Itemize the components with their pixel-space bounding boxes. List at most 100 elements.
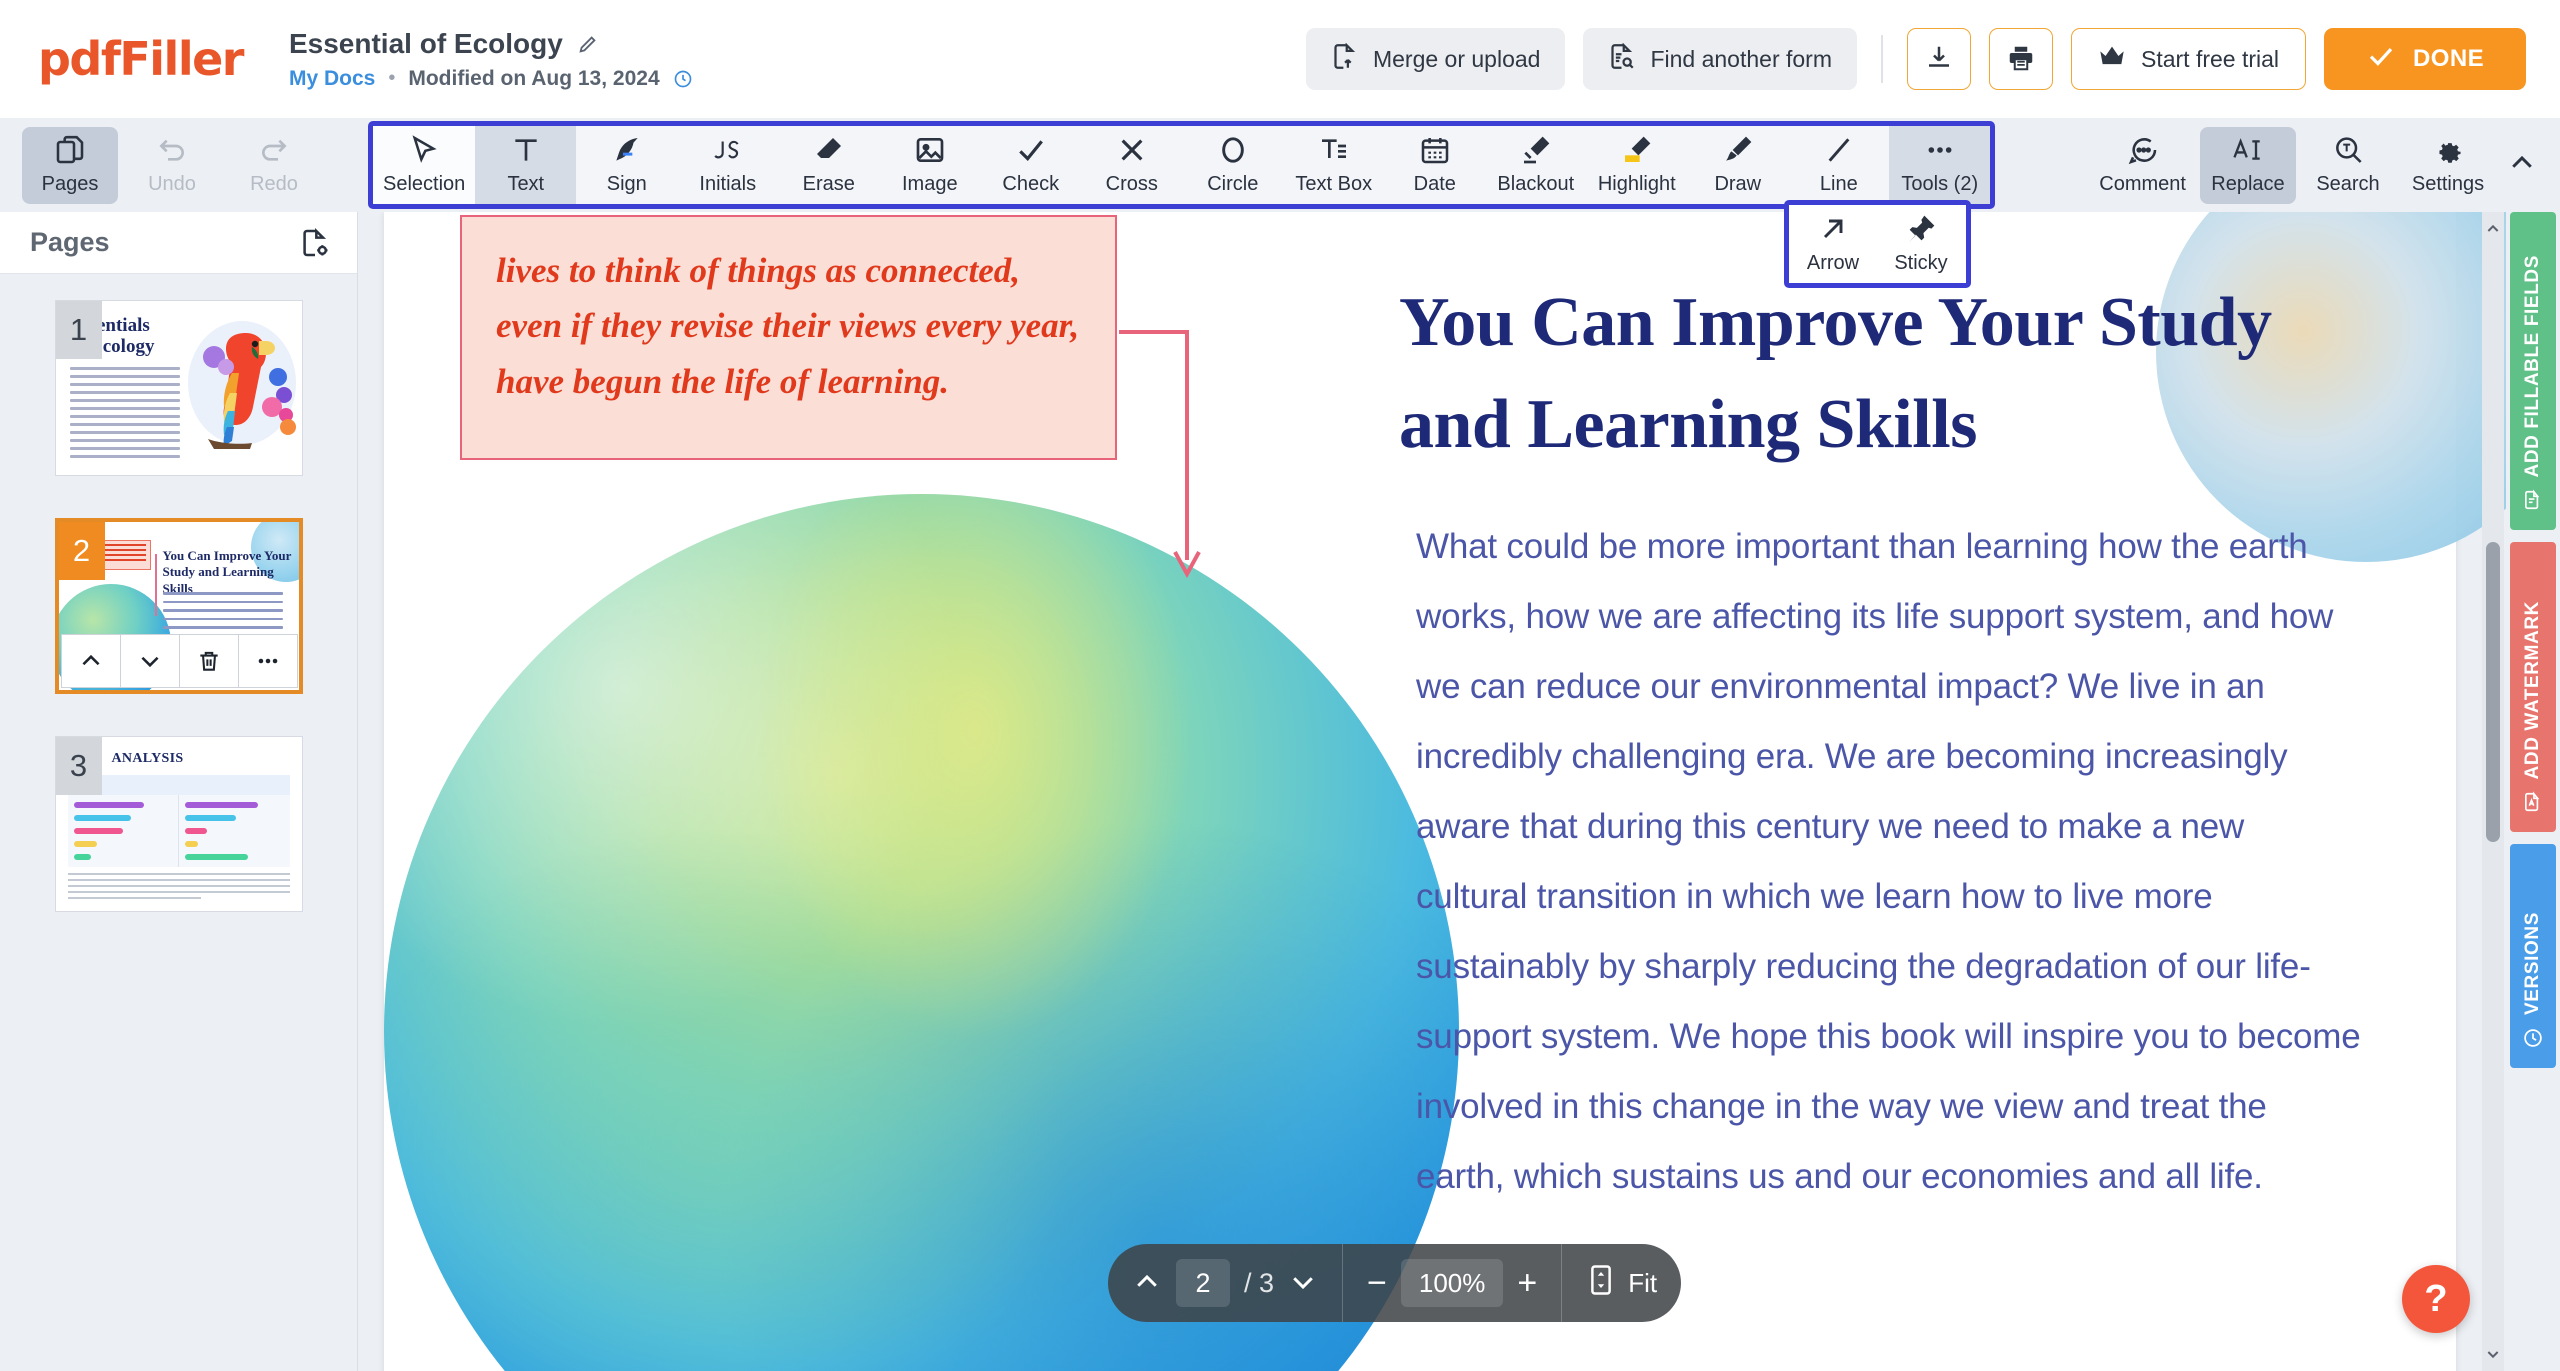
tool-selection[interactable]: Selection	[373, 126, 476, 204]
clock-icon[interactable]	[673, 69, 693, 89]
t3-bar	[73, 841, 98, 847]
toolbar-item-pages[interactable]: Pages	[22, 126, 118, 204]
previous-page-button[interactable]	[1132, 1267, 1162, 1300]
list-item[interactable]: 1 Essentials of Ecology	[54, 300, 303, 476]
tool-line[interactable]: Line	[1788, 126, 1889, 204]
blackout-marker-icon	[1520, 133, 1552, 167]
page-thumbnail-1[interactable]: 1 Essentials of Ecology	[54, 300, 303, 476]
thumb-3-charts	[67, 795, 290, 867]
list-item[interactable]: 3 ANALYSIS	[54, 736, 303, 912]
tool-check[interactable]: Check	[980, 126, 1081, 204]
toolbar-item-replace-label: Replace	[2211, 172, 2285, 195]
toolbar-item-search[interactable]: Search	[2300, 127, 2396, 204]
text-icon	[510, 133, 542, 167]
check-icon	[2366, 41, 2396, 78]
toolbar-item-replace[interactable]: Replace	[2200, 126, 2296, 204]
fit-button[interactable]: Fit	[1586, 1264, 1657, 1303]
cross-icon	[1116, 133, 1148, 167]
tool-highlight[interactable]: Highlight	[1586, 126, 1687, 204]
breadcrumb-my-docs[interactable]: My Docs	[289, 67, 375, 91]
document-heading: You Can Improve Your Study and Learning …	[1399, 284, 2272, 464]
zoom-level-value[interactable]: 100%	[1400, 1259, 1504, 1307]
toolbar-item-comment[interactable]: Comment	[2089, 127, 2196, 204]
page-thumbnail-2[interactable]: 2 You Can Improve Your Study and Learning…	[54, 518, 303, 694]
chevron-up-icon	[1132, 1267, 1162, 1300]
zoom-in-button[interactable]: +	[1517, 1264, 1537, 1303]
undo-icon	[156, 133, 188, 167]
page-more-options[interactable]	[237, 634, 298, 688]
scrollbar-thumb[interactable]	[2486, 542, 2500, 842]
zoom-out-button[interactable]: −	[1367, 1264, 1387, 1303]
thumb-1-body-lines	[69, 367, 180, 463]
collapse-toolbar-button[interactable]	[2500, 148, 2544, 183]
tool-text-label: Text	[507, 172, 545, 195]
rail-add-fillable-fields[interactable]: ADD FILLABLE FIELDS	[2510, 212, 2556, 530]
pages-thumbnail-list[interactable]: 1 Essentials of Ecology 2 You Can Improv…	[0, 274, 357, 1371]
toolbar-item-redo[interactable]: Redo	[226, 127, 322, 204]
tool-arrow[interactable]: Arrow	[1789, 206, 1877, 283]
pdffiller-logo[interactable]: pdfFiller	[38, 32, 244, 86]
next-page-button[interactable]	[1288, 1267, 1318, 1300]
chevron-up-icon	[81, 654, 100, 666]
tool-more-tools[interactable]: Tools (2)	[1889, 126, 1991, 204]
t3-bar	[73, 815, 131, 821]
scroll-down-arrow[interactable]	[2482, 1341, 2504, 1367]
pdffiller-editor-window: pdfFiller Essential of Ecology My Docs •…	[0, 0, 2560, 1371]
arrow-diagonal-icon	[1817, 212, 1849, 246]
move-page-up[interactable]	[60, 634, 121, 688]
annotation-text-box[interactable]: lives to think of things as connected, e…	[460, 215, 1117, 460]
tool-sign[interactable]: Sign	[576, 126, 677, 204]
comment-icon	[2127, 133, 2159, 167]
toolbar-item-search-label: Search	[2316, 172, 2380, 195]
print-button[interactable]	[1989, 28, 2053, 90]
tool-sticky[interactable]: Sticky	[1877, 206, 1965, 283]
merge-or-upload-button[interactable]: Merge or upload	[1305, 28, 1566, 90]
list-item[interactable]: 2 You Can Improve Your Study and Learning…	[54, 518, 303, 694]
t3-bar	[185, 802, 258, 808]
current-page-input[interactable]: 2	[1176, 1259, 1230, 1307]
tool-initials[interactable]: Initials	[677, 126, 778, 204]
download-button[interactable]	[1907, 28, 1971, 90]
tool-blackout[interactable]: Blackout	[1485, 126, 1586, 204]
page-title: Essential of Ecology	[288, 27, 563, 59]
document-page-2[interactable]: lives to think of things as connected, e…	[384, 212, 2506, 1371]
tool-date-label: Date	[1413, 172, 1456, 195]
tool-text[interactable]: Text	[475, 126, 577, 204]
zoom-section: − 100% +	[1342, 1244, 1561, 1322]
find-another-form-button[interactable]: Find another form	[1583, 28, 1857, 90]
document-canvas[interactable]: lives to think of things as connected, e…	[359, 212, 2506, 1371]
toolbar-item-settings[interactable]: Settings	[2400, 127, 2496, 204]
tool-erase[interactable]: Erase	[778, 126, 879, 204]
tool-date[interactable]: Date	[1384, 126, 1485, 204]
done-button[interactable]: DONE	[2324, 28, 2526, 90]
tool-cross[interactable]: Cross	[1081, 126, 1182, 204]
rail-add-watermark[interactable]: ADD WATERMARK	[2510, 542, 2556, 832]
tool-highlight-label: Highlight	[1597, 172, 1676, 195]
pencil-icon[interactable]	[577, 33, 599, 55]
t3-bar	[73, 802, 145, 808]
delete-page[interactable]	[178, 634, 239, 688]
page-thumbnail-3[interactable]: 3 ANALYSIS	[54, 736, 303, 912]
help-button[interactable]: ?	[2402, 1265, 2470, 1333]
pages-icon	[54, 133, 86, 167]
fit-section: Fit	[1561, 1244, 1681, 1322]
thumb-2-arrow	[154, 554, 157, 616]
scroll-up-arrow[interactable]	[2482, 216, 2504, 242]
document-scrollbar[interactable]	[2482, 212, 2504, 1371]
document-title-row: Essential of Ecology	[289, 28, 693, 60]
tool-draw[interactable]: Draw	[1687, 126, 1788, 204]
page-settings-icon[interactable]	[299, 227, 331, 259]
toolbar-left-group: Pages Undo Redo	[0, 118, 322, 212]
tool-image[interactable]: Image	[879, 126, 980, 204]
move-page-down[interactable]	[119, 634, 180, 688]
tool-circle[interactable]: Circle	[1182, 126, 1283, 204]
rail-versions[interactable]: VERSIONS	[2510, 844, 2556, 1068]
page-number-badge: 2	[58, 522, 105, 580]
start-free-trial-button[interactable]: Start free trial	[2071, 28, 2307, 90]
toolbar-item-undo[interactable]: Undo	[124, 127, 220, 204]
document-body-text: What could be more important than learni…	[1416, 527, 2361, 1196]
page-number-badge: 3	[55, 737, 102, 795]
thumb-2-title: You Can Improve Your Study and Learning S…	[162, 548, 292, 596]
fillable-fields-icon	[2522, 489, 2544, 516]
tool-text-box[interactable]: Text Box	[1283, 126, 1384, 204]
